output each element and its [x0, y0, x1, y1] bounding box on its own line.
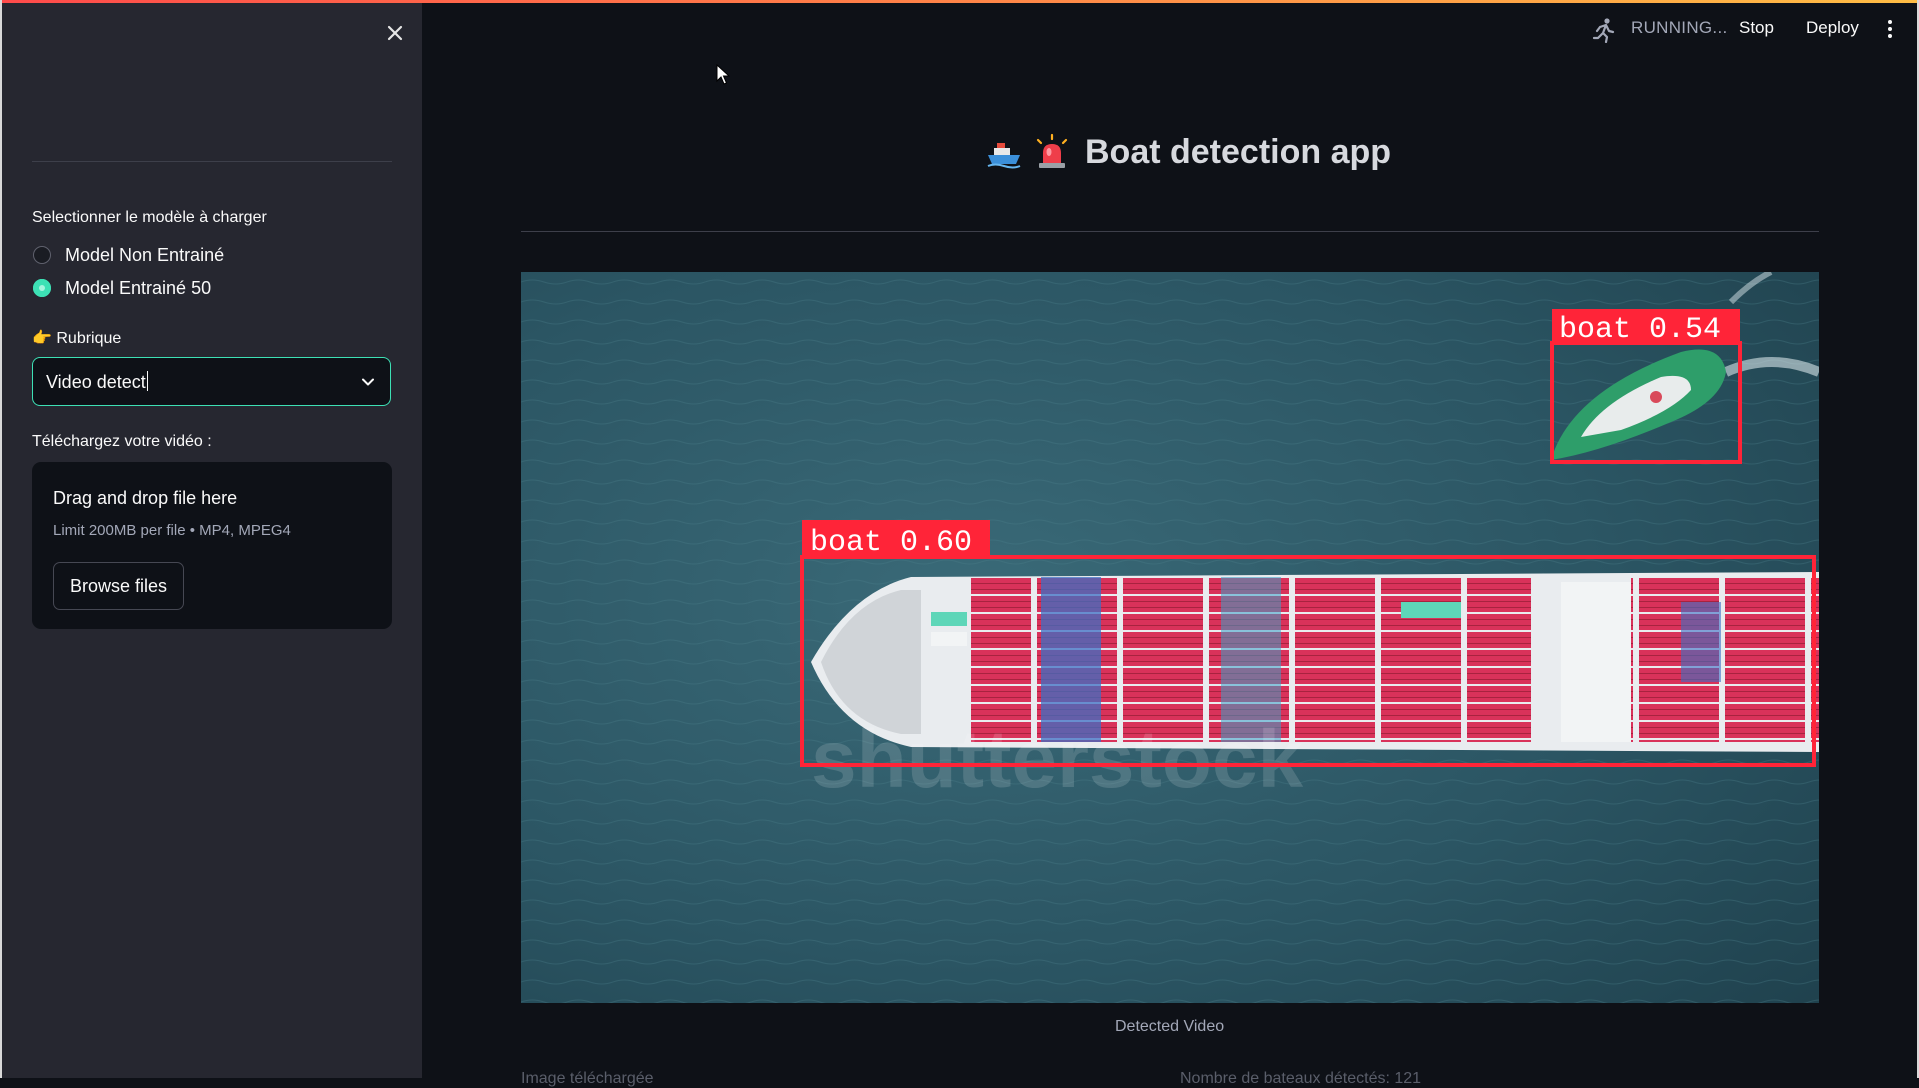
- rubrique-select[interactable]: Video detect: [32, 357, 391, 406]
- page-title-text: Boat detection app: [1085, 132, 1392, 171]
- radio-model-non-entraine[interactable]: Model Non Entrainé: [33, 242, 224, 268]
- close-icon[interactable]: [382, 20, 408, 46]
- rubrique-label: 👉 Rubrique: [32, 328, 121, 348]
- detection-label: boat 0.60: [810, 526, 972, 560]
- running-status: RUNNING...: [1631, 18, 1728, 37]
- dropzone-limit: Limit 200MB per file • MP4, MPEG4: [53, 522, 291, 539]
- radio-model-entraine-50[interactable]: Model Entrainé 50: [33, 275, 211, 301]
- ship-icon: [987, 143, 1021, 169]
- deploy-button[interactable]: Deploy: [1806, 18, 1859, 38]
- sidebar: Selectionner le modèle à charger Model N…: [2, 0, 422, 1078]
- running-man-icon: [1592, 18, 1615, 43]
- video-watermark: shutterstock: [811, 714, 1304, 805]
- radio-label: Model Entrainé 50: [65, 277, 212, 298]
- page-title: Boat detection app: [985, 128, 1391, 176]
- detected-video-player[interactable]: shutterstock boat 0.54 boat 0.60: [521, 272, 1819, 1003]
- video-frame: shutterstock boat 0.54 boat 0.60: [521, 272, 1819, 1003]
- more-options-icon[interactable]: [1882, 18, 1898, 40]
- uploaded-image-label: Image téléchargée: [521, 1070, 654, 1087]
- mouse-cursor-icon: [716, 64, 730, 85]
- dropzone-title: Drag and drop file here: [53, 488, 238, 508]
- video-caption: Detected Video: [1115, 1018, 1225, 1035]
- model-select-label: Selectionner le modèle à charger: [32, 209, 267, 226]
- window-frame-left: [0, 0, 2, 1078]
- radio-button-unchecked[interactable]: [33, 246, 51, 264]
- stop-button[interactable]: Stop: [1739, 18, 1774, 38]
- rubrique-select-value: Video detect: [46, 372, 146, 392]
- radio-label: Model Non Entrainé: [65, 244, 225, 265]
- rubrique-label-text: Rubrique: [56, 330, 122, 347]
- detection-label: boat 0.54: [1559, 313, 1721, 347]
- boat-count-label: Nombre de bateaux détectés: 121: [1180, 1070, 1422, 1087]
- sidebar-divider: [32, 161, 392, 162]
- file-dropzone[interactable]: Drag and drop file here Limit 200MB per …: [32, 462, 392, 629]
- chevron-down-icon[interactable]: [360, 374, 376, 390]
- pointing-hand-icon: 👉: [32, 330, 52, 347]
- upload-label: Téléchargez votre vidéo :: [32, 433, 212, 450]
- radio-button-checked[interactable]: [33, 279, 51, 297]
- title-divider: [521, 231, 1819, 232]
- browse-files-button[interactable]: Browse files: [53, 562, 184, 610]
- rotating-light-icon: [1036, 133, 1068, 168]
- running-progress-bar: [0, 0, 1919, 3]
